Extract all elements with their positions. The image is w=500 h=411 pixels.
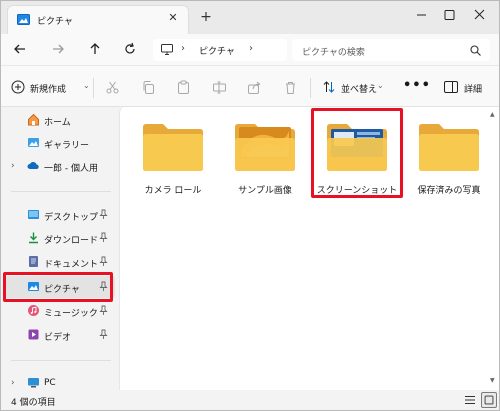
pin-icon[interactable] (99, 256, 108, 267)
folder-icon (143, 124, 203, 171)
sort-button-label: 並べ替え (341, 85, 378, 95)
file-explorer-window: ピクチャ ✕ + › ピクチャ › ピクチャの検索 新規作成 ⌄ 並べ替え ⌄ … (0, 0, 500, 411)
onedrive-icon (27, 162, 39, 169)
sidebar-item-downloads[interactable]: ダウンロード (5, 227, 115, 249)
delete-icon[interactable] (283, 80, 298, 95)
expand-chevron-icon[interactable]: › (11, 378, 15, 388)
sidebar-item-label: ビデオ (44, 333, 72, 343)
search-placeholder: ピクチャの検索 (302, 48, 365, 58)
sidebar-item-gallery[interactable]: ギャラリー (5, 132, 115, 154)
folder-item[interactable]: サンプル画像 (223, 111, 307, 207)
search-icon (470, 45, 481, 56)
breadcrumb-separator-icon[interactable]: › (181, 43, 185, 54)
copy-icon[interactable] (141, 80, 156, 95)
search-box[interactable]: ピクチャの検索 (292, 39, 490, 61)
sidebar-item-videos[interactable]: ビデオ (5, 324, 115, 346)
vertical-scrollbar[interactable]: ▲ ▼ (487, 107, 499, 390)
sidebar-item-home[interactable]: ホーム (5, 109, 115, 131)
sidebar-item-label: デスクトップ (44, 213, 99, 223)
maximize-icon[interactable] (436, 5, 462, 25)
sort-icon (323, 81, 335, 93)
gallery-icon (28, 138, 39, 147)
close-tab-icon[interactable]: ✕ (166, 11, 180, 25)
sidebar-item-documents[interactable]: ドキュメント (5, 251, 115, 273)
share-icon[interactable] (247, 80, 262, 95)
sidebar-item-label: 一郎 - 個人用 (44, 164, 98, 174)
up-icon[interactable] (86, 40, 104, 58)
pin-icon[interactable] (99, 305, 108, 316)
file-list: カメラ ロール サンプル画像 スクリーンショット 保存済みの写真 (119, 107, 487, 390)
new-tab-button[interactable]: + (199, 10, 213, 24)
divider (310, 78, 311, 98)
sidebar-item-label: ダウンロード (44, 236, 99, 246)
divider (11, 191, 111, 192)
pc-icon (28, 378, 39, 388)
navigation-bar: › ピクチャ › ピクチャの検索 (1, 34, 499, 65)
back-icon[interactable] (11, 40, 29, 58)
sidebar-item-label: PC (44, 378, 56, 388)
details-pane-label: 詳細 (464, 85, 483, 95)
tab-title: ピクチャ (37, 17, 73, 27)
highlight-box (3, 272, 113, 302)
sidebar-item-label: ホーム (44, 118, 71, 128)
download-icon (29, 232, 38, 244)
sidebar-item-onedrive[interactable]: › 一郎 - 個人用 (5, 155, 115, 177)
scroll-up-icon[interactable]: ▲ (490, 111, 495, 118)
folder-label: 保存済みの写真 (417, 186, 481, 196)
music-icon (28, 305, 39, 316)
forward-icon[interactable] (49, 40, 67, 58)
paste-icon[interactable] (176, 80, 191, 95)
sidebar-item-label: ドキュメント (44, 260, 99, 270)
pictures-icon (17, 14, 30, 25)
tab-pictures[interactable]: ピクチャ ✕ (7, 5, 189, 34)
new-button-label: 新規作成 (30, 85, 67, 95)
folder-image-icon (235, 124, 295, 171)
large-icons-view-icon[interactable] (481, 392, 497, 408)
pin-icon[interactable] (99, 209, 108, 220)
highlight-box (311, 108, 403, 198)
folder-item[interactable]: 保存済みの写真 (407, 111, 491, 207)
item-count: 4 個の項目 (11, 398, 56, 408)
folder-item[interactable]: カメラ ロール (131, 111, 215, 207)
breadcrumb-pictures[interactable]: ピクチャ (199, 44, 235, 57)
scroll-down-icon[interactable]: ▼ (490, 377, 495, 384)
documents-icon (29, 256, 38, 267)
folder-icon (419, 124, 479, 171)
minimize-icon[interactable] (408, 5, 434, 25)
chevron-down-icon: ⌄ (377, 81, 384, 90)
refresh-icon[interactable] (121, 40, 139, 58)
close-window-icon[interactable] (466, 5, 492, 25)
address-bar[interactable]: › ピクチャ › (153, 39, 287, 61)
folder-label: カメラ ロール (144, 186, 202, 196)
folder-label: サンプル画像 (238, 186, 292, 196)
cut-icon[interactable] (105, 80, 120, 95)
pin-icon[interactable] (99, 232, 108, 243)
expand-chevron-icon[interactable]: › (11, 161, 15, 171)
videos-icon (28, 329, 39, 340)
navigation-pane: ホーム ギャラリー › 一郎 - 個人用 デスクトップ ダウンロード ドキュメン… (1, 107, 119, 390)
home-icon (28, 113, 39, 126)
divider (11, 360, 111, 361)
rename-icon[interactable] (212, 80, 227, 95)
desktop-icon (28, 210, 39, 219)
plus-circle-icon (11, 80, 25, 94)
details-view-icon[interactable] (462, 392, 478, 408)
sidebar-item-desktop[interactable]: デスクトップ (5, 204, 115, 226)
command-bar: 新規作成 ⌄ 並べ替え ⌄ ••• 詳細 (1, 65, 499, 107)
status-bar: 4 個の項目 (1, 390, 499, 410)
divider (93, 78, 94, 98)
sidebar-item-label: ミュージック (44, 309, 98, 319)
pin-icon[interactable] (99, 329, 108, 340)
more-options-button[interactable]: ••• (403, 78, 431, 93)
title-bar: ピクチャ ✕ + (1, 1, 499, 34)
monitor-icon (161, 44, 173, 55)
chevron-down-icon: ⌄ (83, 81, 90, 90)
breadcrumb-chevron-icon[interactable]: › (249, 43, 253, 54)
sidebar-item-label: ギャラリー (44, 141, 90, 151)
details-pane-icon (444, 81, 458, 93)
sidebar-item-music[interactable]: ミュージック (5, 300, 115, 322)
